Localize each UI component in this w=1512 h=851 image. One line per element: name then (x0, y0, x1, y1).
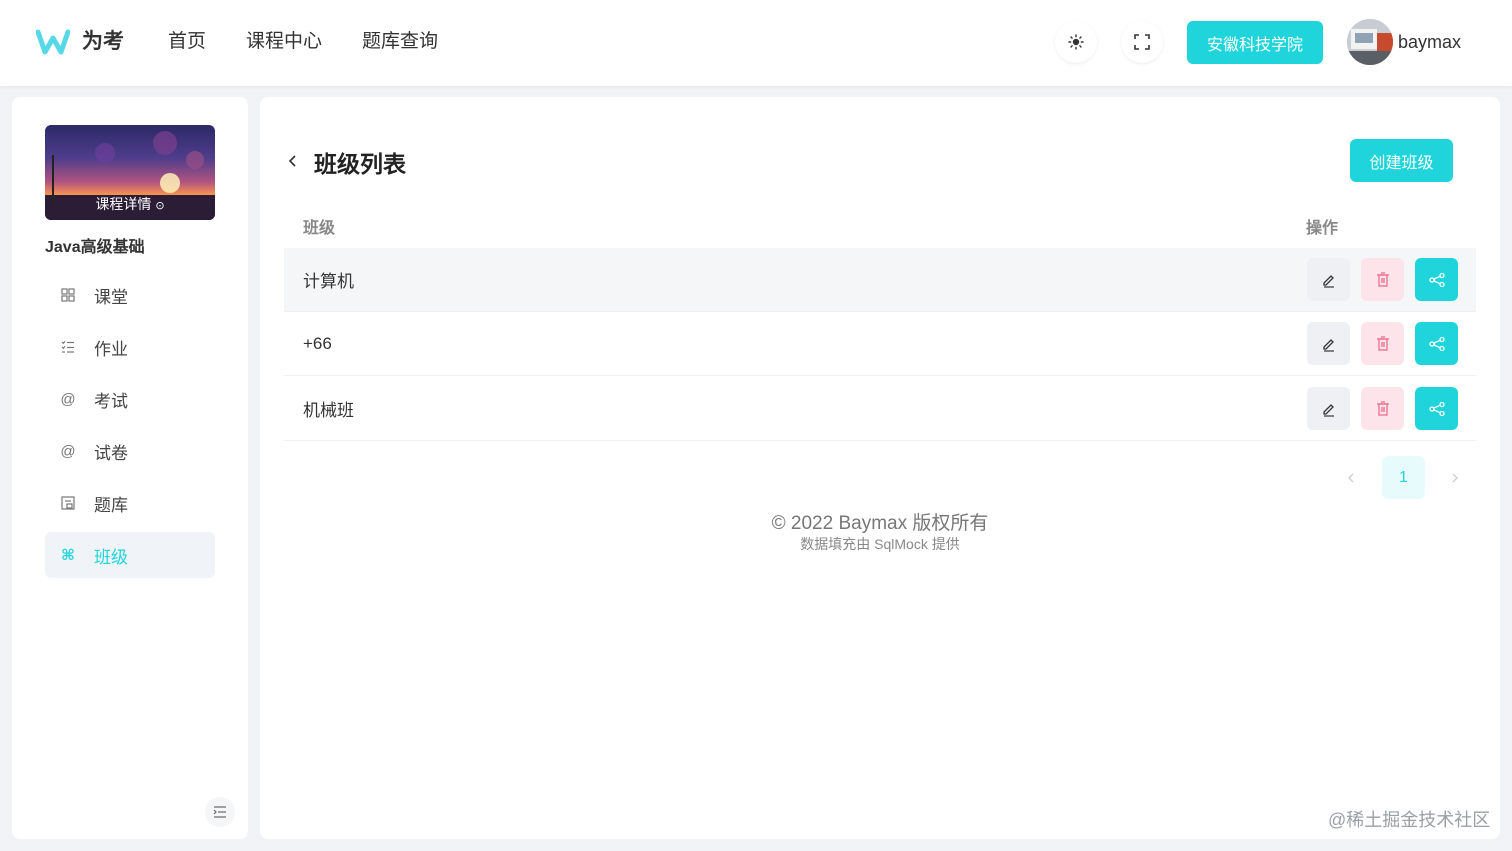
back-button[interactable] (284, 151, 300, 171)
course-detail-link[interactable]: 课程详情 ⊙ (45, 194, 215, 214)
collapse-sidebar-button[interactable] (205, 797, 235, 827)
question-bank-icon (60, 495, 76, 511)
edit-button[interactable] (1307, 258, 1350, 301)
share-button[interactable] (1415, 258, 1458, 301)
trash-icon (1376, 272, 1389, 287)
sun-icon (1068, 34, 1084, 50)
share-icon (1428, 272, 1445, 287)
sidebar: 课程详情 ⊙ Java高级基础 课堂 作业 @ 考试 @ 试卷 题库 ⌘ 班级 (12, 97, 248, 839)
class-name: 机械班 (303, 401, 354, 420)
sidebar-item-question-bank[interactable]: 题库 (45, 480, 215, 526)
checklist-icon (60, 339, 76, 355)
table-row[interactable]: 机械班 (284, 377, 1476, 441)
share-button[interactable] (1415, 387, 1458, 430)
copyright-text: © 2022 Baymax 版权所有 (771, 513, 989, 534)
sidebar-item-class[interactable]: ⌘ 班级 (45, 532, 215, 578)
chevron-right-circle-icon: ⊙ (155, 200, 165, 212)
course-cover-image[interactable]: 课程详情 ⊙ (45, 125, 215, 220)
chevron-right-icon (1452, 473, 1458, 483)
pagination-prev-button[interactable] (1341, 456, 1361, 500)
at-icon: @ (60, 390, 76, 408)
logo-icon[interactable] (35, 28, 71, 56)
delete-button[interactable] (1361, 322, 1404, 365)
sidebar-item-homework[interactable]: 作业 (45, 324, 215, 370)
edit-button[interactable] (1307, 387, 1350, 430)
top-header: 为考 首页 课程中心 题库查询 安徽科技学院 baymax (0, 0, 1512, 86)
edit-icon (1322, 338, 1334, 352)
command-icon: ⌘ (61, 547, 75, 564)
nav-home[interactable]: 首页 (168, 28, 206, 56)
sidebar-item-exam[interactable]: @ 考试 (45, 376, 215, 422)
main-panel: 班级列表 创建班级 班级 操作 计算机 +66 机械班 1 © 2022 Bay… (260, 97, 1500, 839)
create-class-button[interactable]: 创建班级 (1350, 139, 1453, 182)
sidebar-item-paper[interactable]: @ 试卷 (45, 428, 215, 474)
pagination-page[interactable]: 1 (1382, 456, 1425, 499)
fullscreen-icon (1134, 34, 1150, 50)
table-row[interactable]: 计算机 (284, 248, 1476, 312)
share-icon (1428, 401, 1445, 416)
class-name: 计算机 (303, 272, 354, 291)
edit-icon (1322, 274, 1334, 288)
fullscreen-button[interactable] (1121, 21, 1163, 63)
grid-icon (60, 287, 76, 303)
page-title: 班级列表 (314, 151, 406, 177)
delete-button[interactable] (1361, 387, 1404, 430)
indent-icon (213, 806, 226, 818)
class-name: +66 (303, 333, 332, 353)
brand-name[interactable]: 为考 (82, 28, 124, 56)
watermark: @稀土掘金技术社区 (1328, 810, 1491, 830)
trash-icon (1376, 336, 1389, 351)
share-button[interactable] (1415, 322, 1458, 365)
share-icon (1428, 336, 1445, 351)
chevron-left-icon (288, 155, 296, 167)
column-header-class: 班级 (303, 220, 336, 237)
at-icon: @ (60, 442, 76, 460)
nav-question-query[interactable]: 题库查询 (362, 28, 438, 56)
data-source-text: 数据填充由 SqlMock 提供 (800, 536, 960, 552)
nav-course-center[interactable]: 课程中心 (246, 28, 322, 56)
table-row[interactable]: +66 (284, 312, 1476, 376)
delete-button[interactable] (1361, 258, 1404, 301)
trash-icon (1376, 401, 1389, 416)
edit-icon (1322, 403, 1334, 417)
theme-toggle-button[interactable] (1055, 21, 1097, 63)
sidebar-item-classroom[interactable]: 课堂 (45, 272, 215, 318)
school-button[interactable]: 安徽科技学院 (1187, 21, 1323, 64)
column-header-actions: 操作 (1306, 220, 1339, 237)
username[interactable]: baymax (1398, 30, 1461, 54)
chevron-left-icon (1348, 473, 1354, 483)
pagination-next-button[interactable] (1445, 456, 1465, 500)
course-title: Java高级基础 (45, 239, 145, 256)
edit-button[interactable] (1307, 322, 1350, 365)
avatar[interactable] (1347, 19, 1393, 65)
